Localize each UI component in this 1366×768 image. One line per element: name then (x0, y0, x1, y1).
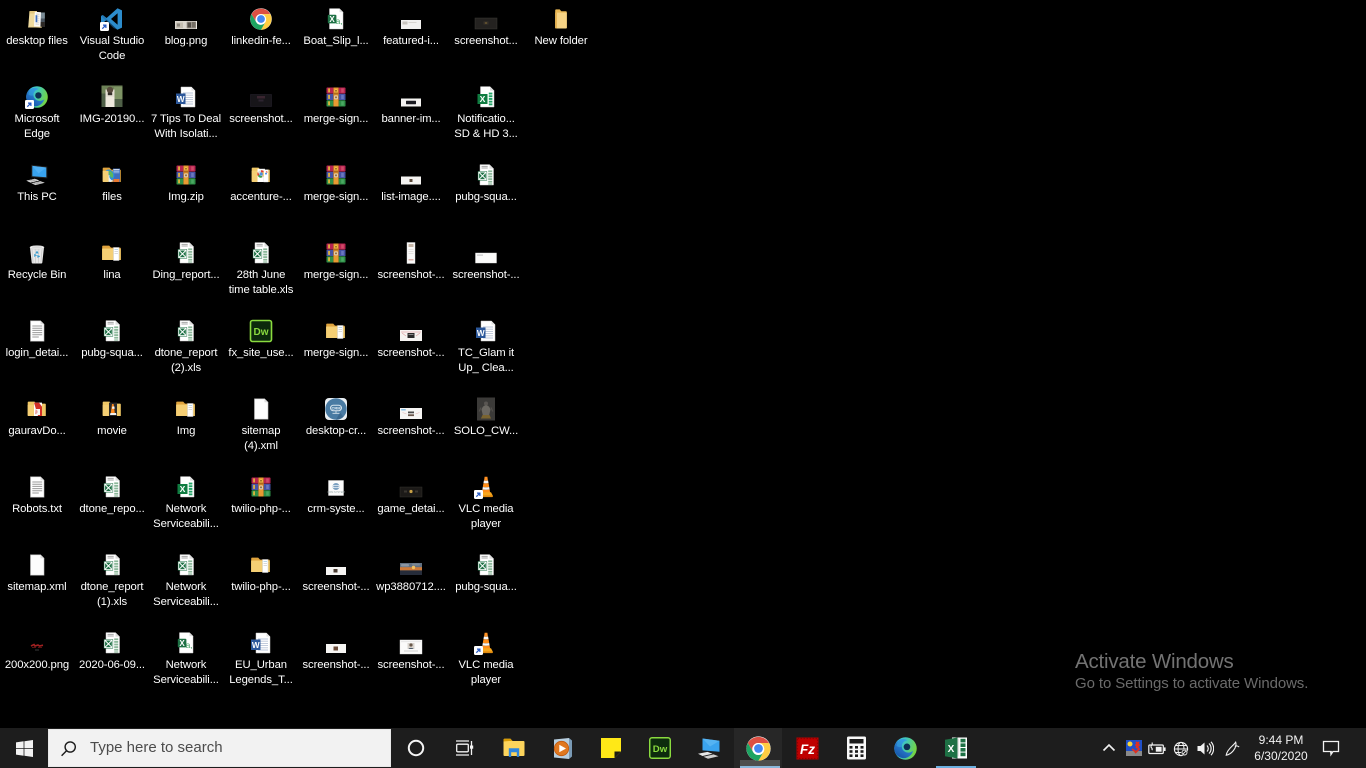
svg-text:Fz: Fz (800, 742, 815, 757)
svg-text:Dw: Dw (653, 744, 668, 755)
svg-text:X: X (948, 744, 955, 755)
